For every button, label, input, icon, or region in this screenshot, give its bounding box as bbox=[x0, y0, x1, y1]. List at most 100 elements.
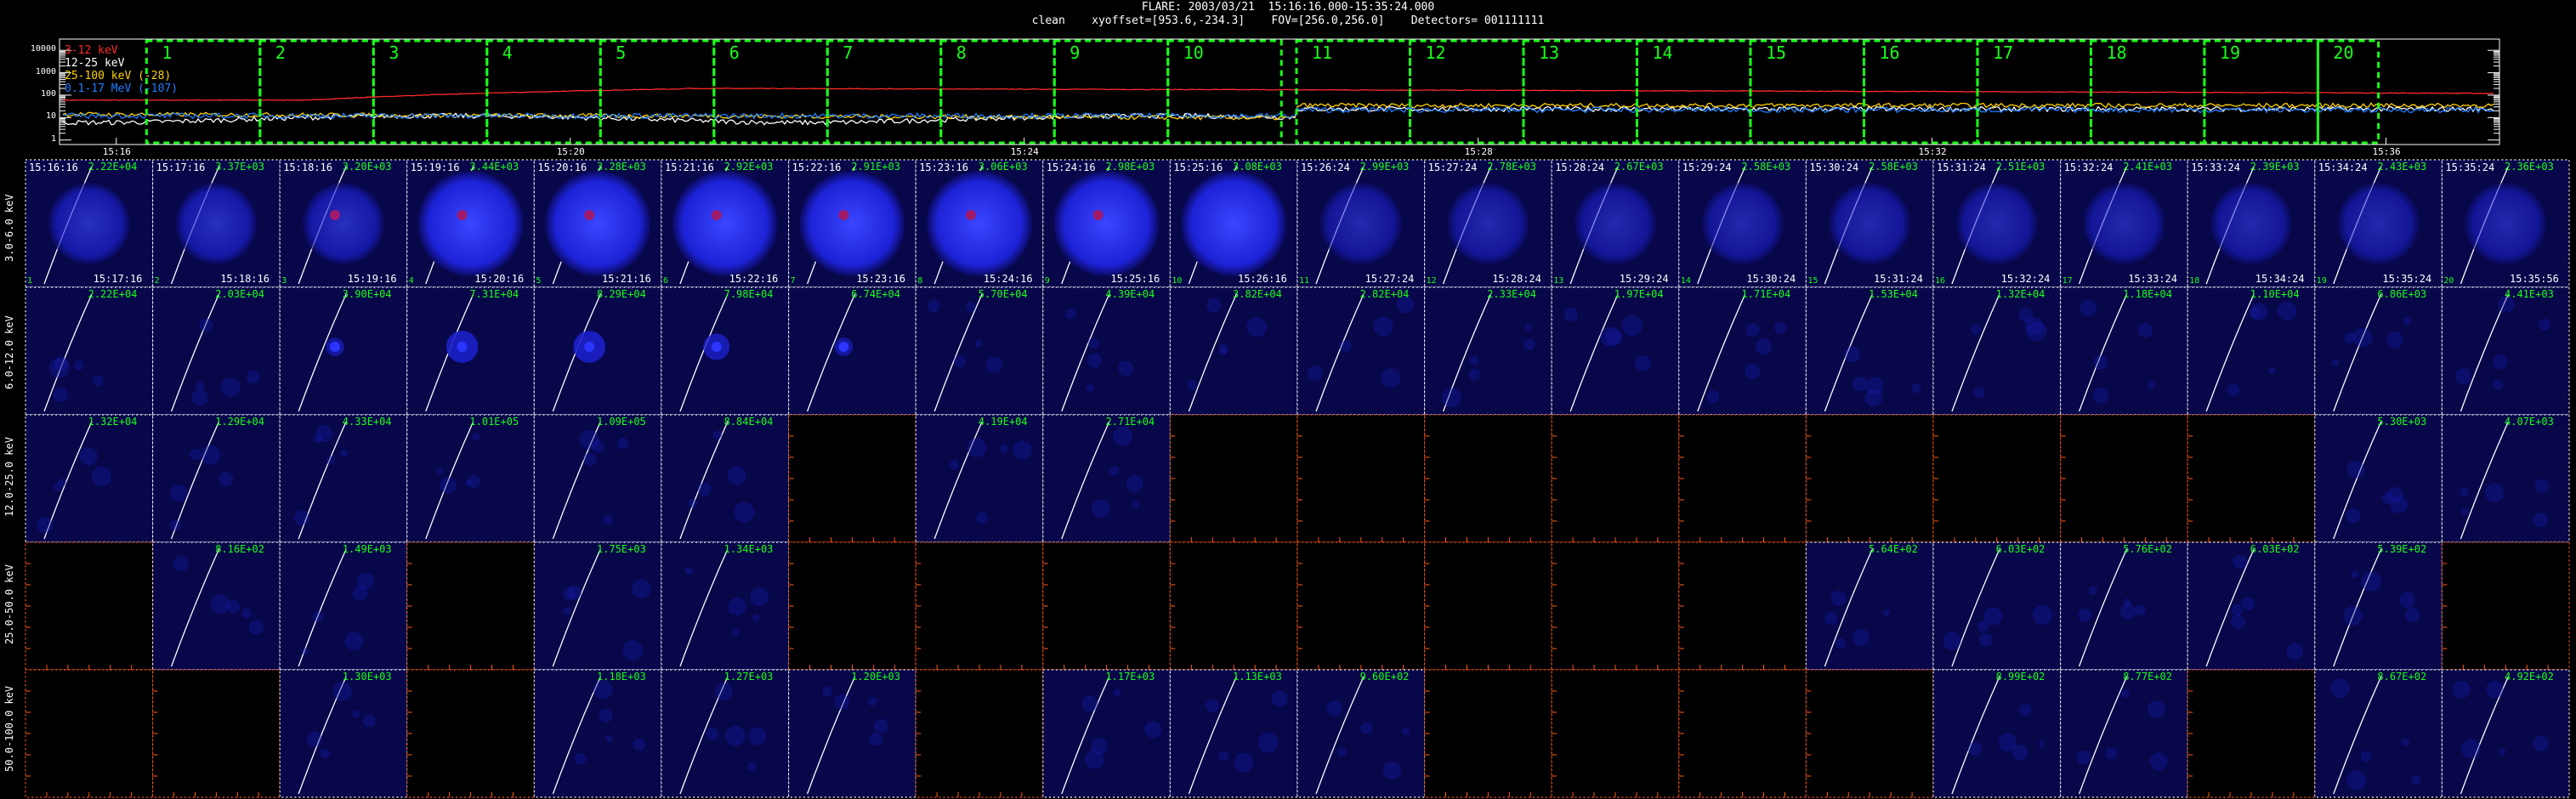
panel-index: 8 bbox=[917, 276, 923, 286]
noise-blob bbox=[352, 710, 360, 718]
noise-blob bbox=[1852, 629, 1870, 647]
noise-blob bbox=[2330, 678, 2350, 699]
noise-blob bbox=[1307, 366, 1323, 382]
panel-index: 9 bbox=[1044, 276, 1050, 286]
image-panel bbox=[1297, 414, 1426, 543]
image-panel bbox=[1932, 541, 2062, 671]
panel-start-time: 15:33:24 bbox=[2191, 162, 2240, 173]
noise-blob bbox=[2019, 703, 2032, 717]
source-core bbox=[838, 342, 849, 352]
noise-blob bbox=[622, 640, 643, 660]
panel-frame bbox=[406, 669, 535, 798]
panel-start-time: 15:19:16 bbox=[410, 162, 460, 173]
noise-blob bbox=[2250, 303, 2268, 320]
image-panel bbox=[1423, 541, 1552, 671]
peak-value: 5.64E+02 bbox=[1869, 543, 1918, 555]
image-panel bbox=[915, 541, 1044, 671]
noise-blob bbox=[1113, 426, 1133, 446]
noise-blob bbox=[1745, 323, 1760, 337]
panel-frame bbox=[1297, 541, 1426, 671]
noise-blob bbox=[1402, 728, 1410, 735]
panel-frame bbox=[25, 669, 154, 798]
noise-blob bbox=[306, 731, 322, 747]
panel-frame bbox=[2314, 286, 2443, 416]
panel-index: 7 bbox=[790, 276, 796, 286]
panel-end-time: 15:35:56 bbox=[2510, 273, 2559, 285]
image-panel bbox=[661, 541, 790, 671]
noise-blob bbox=[2403, 316, 2412, 326]
noise-blob bbox=[633, 738, 646, 751]
noise-blob bbox=[2119, 604, 2136, 620]
panel-frame bbox=[1678, 669, 1807, 798]
noise-blob bbox=[2352, 327, 2373, 348]
noise-blob bbox=[1468, 355, 1479, 366]
noise-blob bbox=[2148, 700, 2165, 718]
panel-end-time: 15:23:16 bbox=[856, 273, 905, 285]
noise-blob bbox=[822, 686, 832, 697]
noise-blob bbox=[1326, 700, 1342, 717]
noise-blob bbox=[2405, 607, 2420, 623]
image-panel bbox=[1423, 669, 1552, 798]
noise-blob bbox=[2534, 479, 2549, 493]
noise-blob bbox=[2410, 774, 2421, 785]
noise-blob bbox=[605, 734, 613, 743]
peak-value: 2.67E+03 bbox=[1614, 161, 1664, 173]
panel-start-time: 15:24:16 bbox=[1046, 162, 1096, 173]
panel-frame bbox=[2441, 414, 2570, 543]
noise-blob bbox=[1086, 384, 1094, 393]
noise-blob bbox=[320, 748, 331, 759]
noise-blob bbox=[746, 762, 757, 772]
source-core bbox=[1092, 210, 1104, 220]
noise-blob bbox=[688, 498, 698, 508]
panel-end-time: 15:33:24 bbox=[2128, 273, 2177, 285]
noise-blob bbox=[2461, 739, 2481, 759]
peak-value: 1.17E+03 bbox=[1105, 671, 1155, 683]
noise-blob bbox=[2386, 486, 2403, 503]
panel-frame bbox=[1042, 541, 1172, 671]
panel-index: 19 bbox=[2316, 276, 2327, 286]
noise-blob bbox=[1187, 380, 1197, 390]
noise-blob bbox=[1092, 499, 1110, 518]
panel-end-time: 15:20:16 bbox=[474, 273, 525, 285]
image-panel bbox=[1423, 159, 1552, 288]
image-panel bbox=[1678, 286, 1807, 416]
noise-blob bbox=[579, 429, 599, 450]
peak-value: 4.33E+04 bbox=[342, 416, 392, 428]
noise-blob bbox=[602, 514, 613, 525]
panel-end-time: 15:19:16 bbox=[347, 273, 397, 285]
peak-value: 1.32E+04 bbox=[1995, 288, 2045, 300]
peak-value: 6.74E+04 bbox=[851, 288, 900, 300]
source-emission bbox=[1955, 183, 2038, 264]
panel-frame bbox=[1551, 541, 1680, 671]
noise-blob bbox=[332, 682, 352, 701]
source-emission bbox=[1053, 171, 1160, 276]
source-core bbox=[330, 342, 340, 352]
panel-index: 4 bbox=[408, 276, 414, 286]
image-panel bbox=[915, 159, 1044, 288]
source-emission bbox=[927, 171, 1032, 276]
noise-blob bbox=[293, 510, 309, 526]
panel-frame bbox=[25, 286, 154, 416]
noise-blob bbox=[169, 519, 181, 531]
noise-blob bbox=[2399, 592, 2416, 608]
noise-blob bbox=[301, 647, 309, 655]
source-core bbox=[330, 210, 340, 220]
noise-blob bbox=[1360, 722, 1373, 734]
source-emission bbox=[175, 183, 258, 264]
peak-value: 6.86E+03 bbox=[2377, 288, 2427, 300]
image-panel bbox=[1169, 159, 1298, 288]
source-emission bbox=[48, 183, 130, 264]
noise-blob bbox=[748, 727, 767, 745]
panel-frame bbox=[1551, 669, 1680, 798]
panel-frame bbox=[152, 669, 281, 798]
image-panel bbox=[2060, 414, 2188, 543]
source-core bbox=[966, 210, 976, 220]
noise-blob bbox=[873, 718, 888, 734]
panel-index: 12 bbox=[1426, 276, 1437, 286]
noise-blob bbox=[1970, 324, 1982, 335]
peak-value: 1.29E+04 bbox=[215, 416, 264, 428]
source-core bbox=[711, 342, 722, 352]
noise-blob bbox=[2092, 387, 2109, 404]
image-panel bbox=[1423, 286, 1552, 416]
peak-value: 1.34E+03 bbox=[723, 543, 774, 555]
